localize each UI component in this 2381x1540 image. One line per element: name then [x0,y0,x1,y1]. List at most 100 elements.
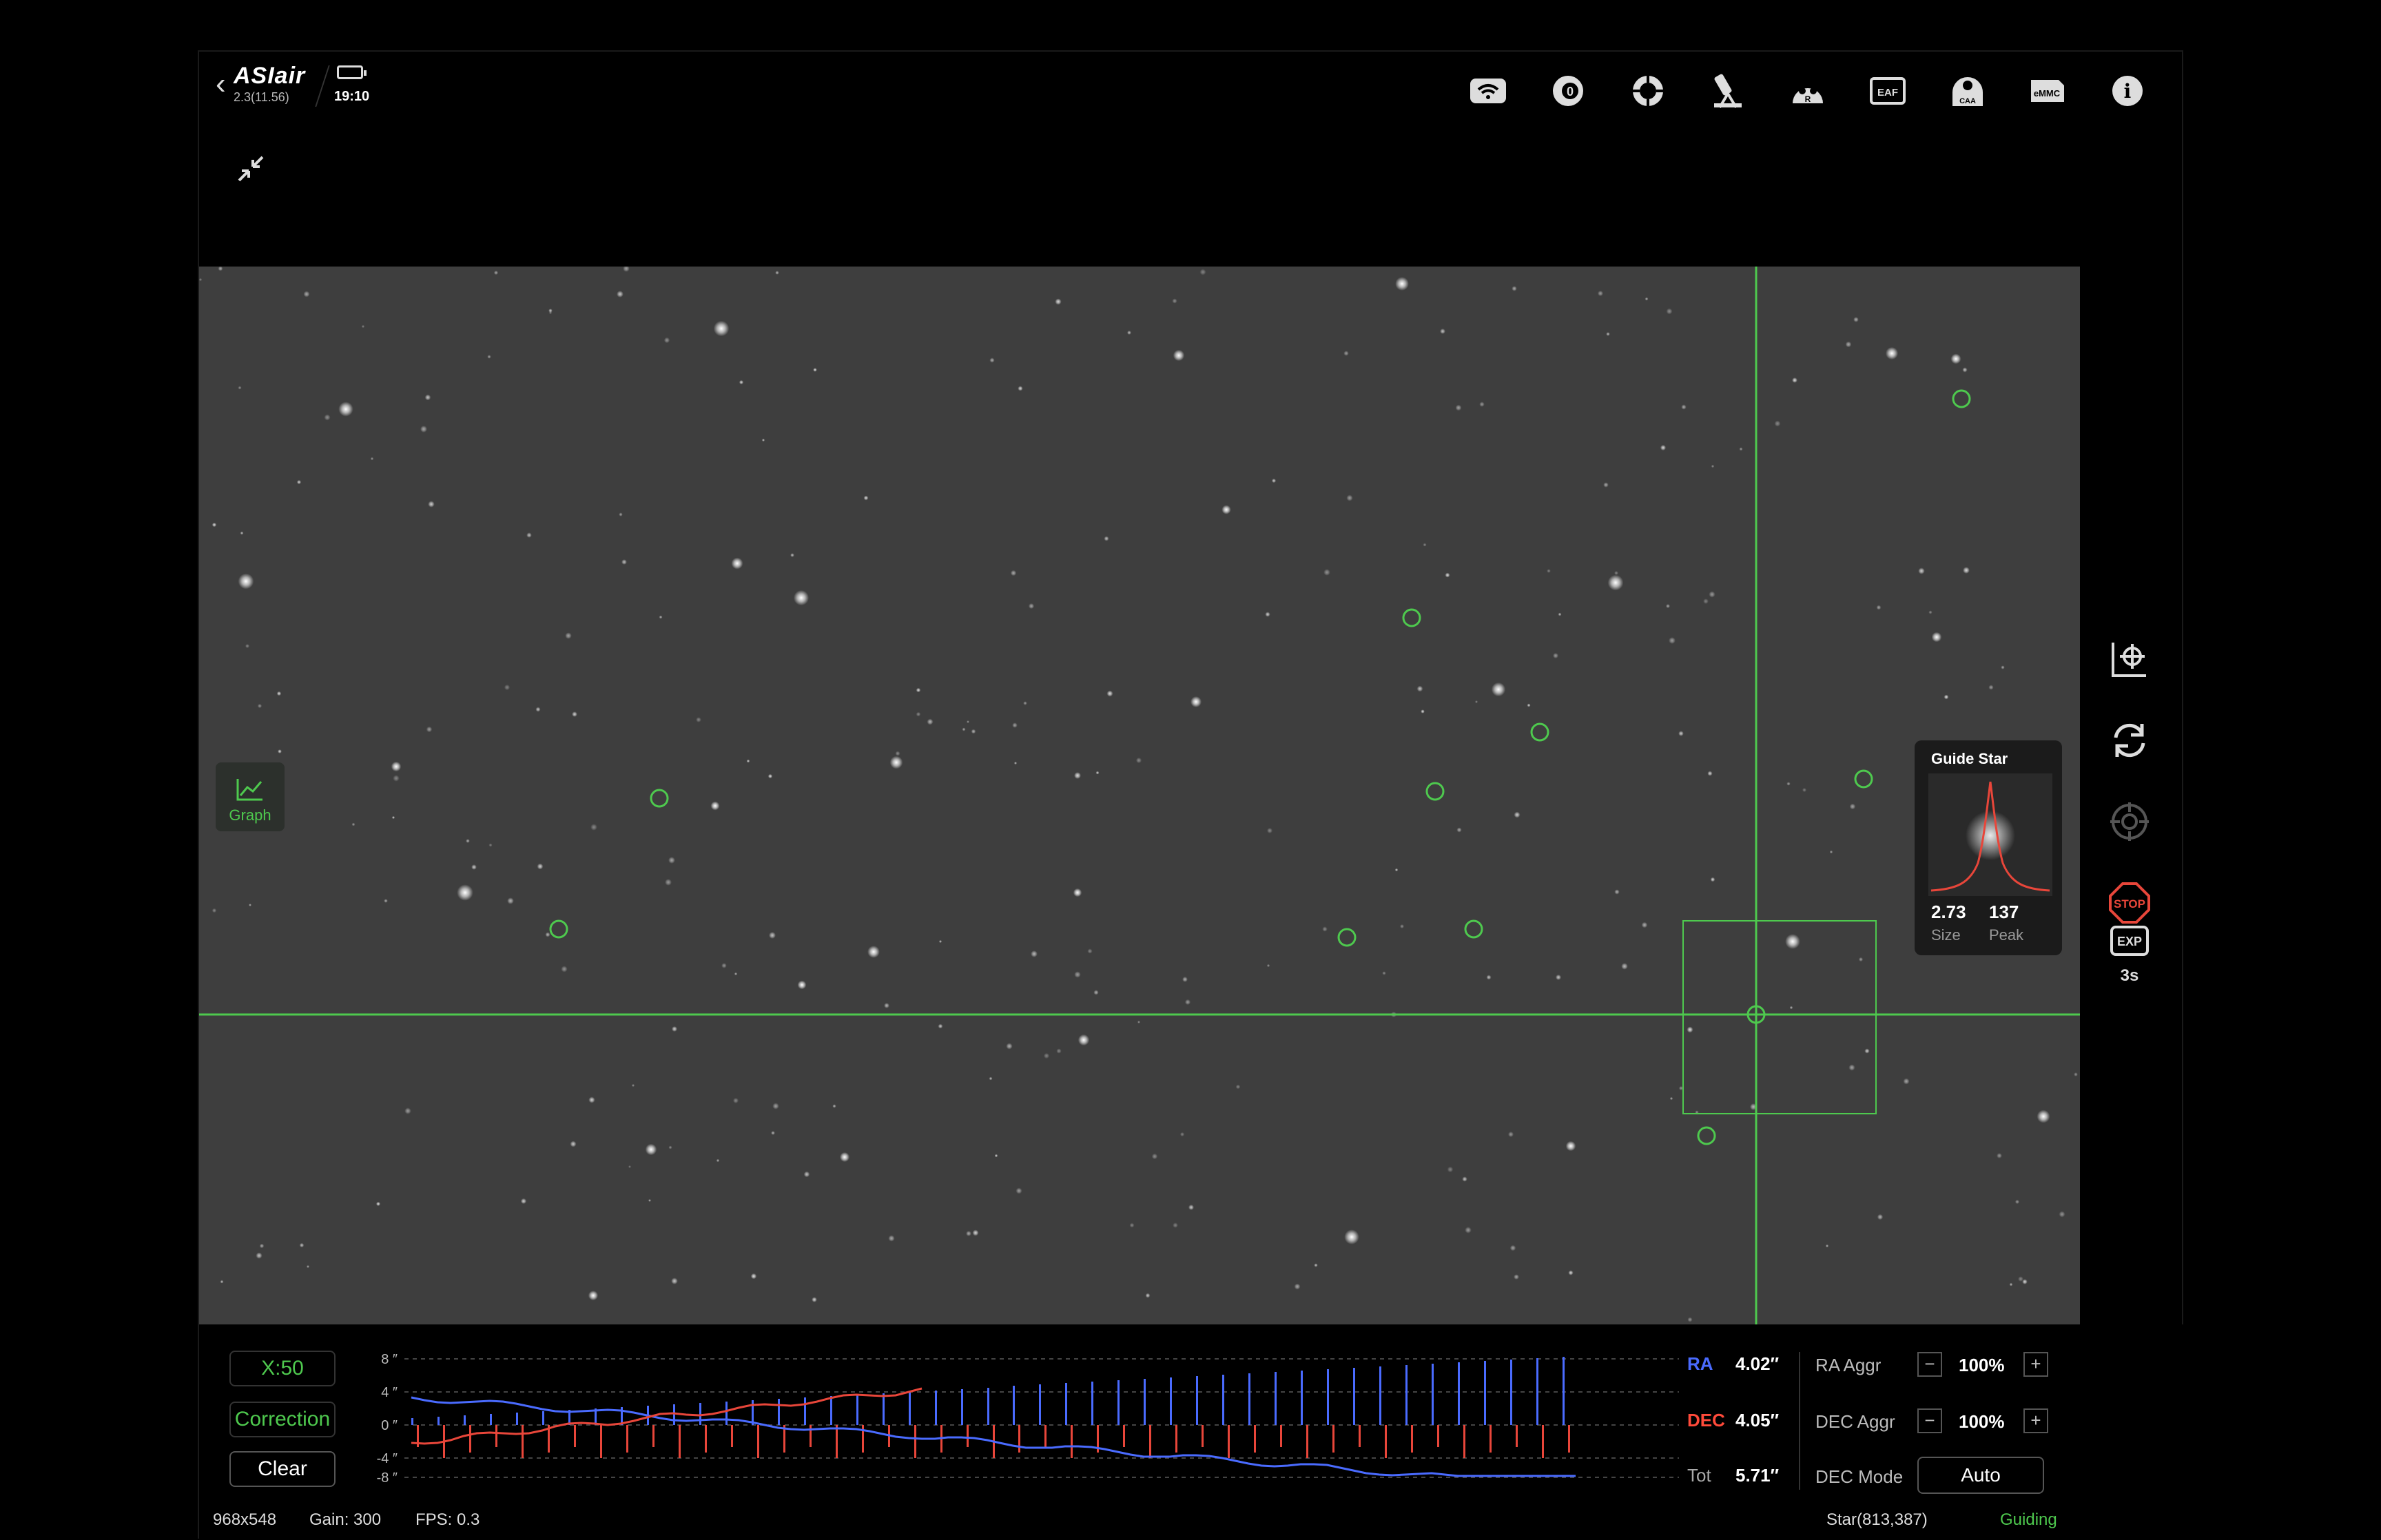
dec-correction-bar [1542,1425,1544,1458]
star [2001,665,2005,669]
dec-correction-bar [1463,1425,1465,1458]
dec-correction-bar [1332,1425,1334,1453]
emmc-icon-label: eMMC [2034,88,2061,98]
guide-error-chart: 8 ″ 4 ″ 0 ″ -4 ″ -8 ″ [377,1352,1679,1483]
graph-button[interactable]: Graph [216,762,285,831]
battery-icon [337,65,367,79]
ra-correction-bar [909,1392,911,1425]
star [428,501,435,508]
star [488,843,493,847]
star [916,687,921,693]
star-size-label: Size [1931,926,1961,944]
star [631,1083,635,1088]
caa-icon[interactable]: CAA [1941,64,1995,118]
clear-button[interactable]: Clear [229,1451,336,1487]
y-tick-label: -4 ″ [377,1451,398,1466]
y-tick-label: -8 ″ [377,1470,398,1483]
star [797,980,807,990]
star [839,1152,850,1163]
star [989,1076,993,1081]
exposure-value: 3s [2120,966,2139,985]
wifi-icon[interactable] [1461,64,1515,118]
ra-correction-bar [987,1388,989,1425]
star [665,879,672,886]
info-icon[interactable]: i [2101,64,2154,118]
star [750,1273,757,1280]
ra-correction-bar [1013,1386,1015,1425]
star [1678,731,1684,736]
ra-aggr-plus-button[interactable]: + [2023,1352,2048,1377]
emmc-icon[interactable]: eMMC [2021,64,2074,118]
select-star-icon[interactable] [2102,632,2157,687]
dec-aggr-plus-button[interactable]: + [2023,1408,2048,1433]
star [1553,653,1558,658]
dec-correction-bar [679,1425,681,1458]
recalibrate-icon[interactable] [2102,713,2157,768]
star [1421,709,1425,714]
star [1074,971,1081,978]
star [256,1252,262,1259]
telescope-icon[interactable] [1701,64,1755,118]
star [1645,297,1649,301]
star [257,703,262,709]
ra-correction-bar [883,1393,885,1425]
star [628,1165,631,1168]
eaf-icon[interactable]: EAF [1861,64,1915,118]
star [1055,298,1062,305]
star [1963,567,1970,574]
star [617,291,623,298]
collapse-fullscreen-icon[interactable] [234,152,268,186]
star [1997,1153,2002,1158]
star [1073,888,1082,897]
ra-aggr-minus-button[interactable]: − [1917,1352,1942,1377]
star [994,1154,998,1158]
ra-correction-bar [1144,1379,1146,1425]
star [504,684,511,691]
dec-correction-bar [1228,1425,1230,1458]
loop-target-icon[interactable] [2102,794,2157,849]
star [1918,568,1925,574]
star [1789,1006,1793,1010]
filter-wheel-icon[interactable]: R [1781,64,1835,118]
star [1235,1084,1241,1090]
star [1445,572,1450,578]
dec-mode-select[interactable]: Auto [1917,1457,2044,1494]
app-logo: ASIair [234,63,306,89]
star [1885,346,1899,360]
scale-button[interactable]: X:50 [229,1351,336,1386]
star [588,1096,595,1103]
star [1864,1048,1870,1054]
tot-label: Tot [1687,1465,1711,1486]
correction-button[interactable]: Correction [229,1402,336,1437]
star [526,532,532,538]
star [1614,571,1618,575]
star [619,512,623,517]
dec-correction-bar [1437,1425,1439,1447]
dec-correction-bar [600,1425,602,1458]
star [713,320,730,337]
dec-correction-bar [1516,1425,1518,1447]
camera-icon[interactable]: 0 [1541,64,1595,118]
graph-icon [236,779,262,801]
focus-icon[interactable] [1621,64,1675,118]
candidate-star-marker [1952,389,1971,408]
star [733,1098,739,1103]
star [1423,543,1427,547]
star [1382,971,1386,975]
star [1845,341,1852,348]
eaf-icon-label: EAF [1877,87,1898,98]
exposure-icon[interactable]: EXP [2102,917,2157,965]
star [790,553,794,557]
dec-aggr-minus-button[interactable]: − [1917,1408,1942,1433]
star [721,963,727,968]
star [1173,1222,1178,1228]
star [1394,868,1399,872]
star [1858,957,1864,962]
star [1447,1166,1454,1173]
star [1294,1283,1301,1290]
star [1486,975,1492,980]
star [746,759,750,763]
guide-camera-view[interactable]: Graph Guide Star 2.73 Size 137 Peak [199,267,2080,1324]
star [793,590,810,606]
star [570,1141,577,1147]
